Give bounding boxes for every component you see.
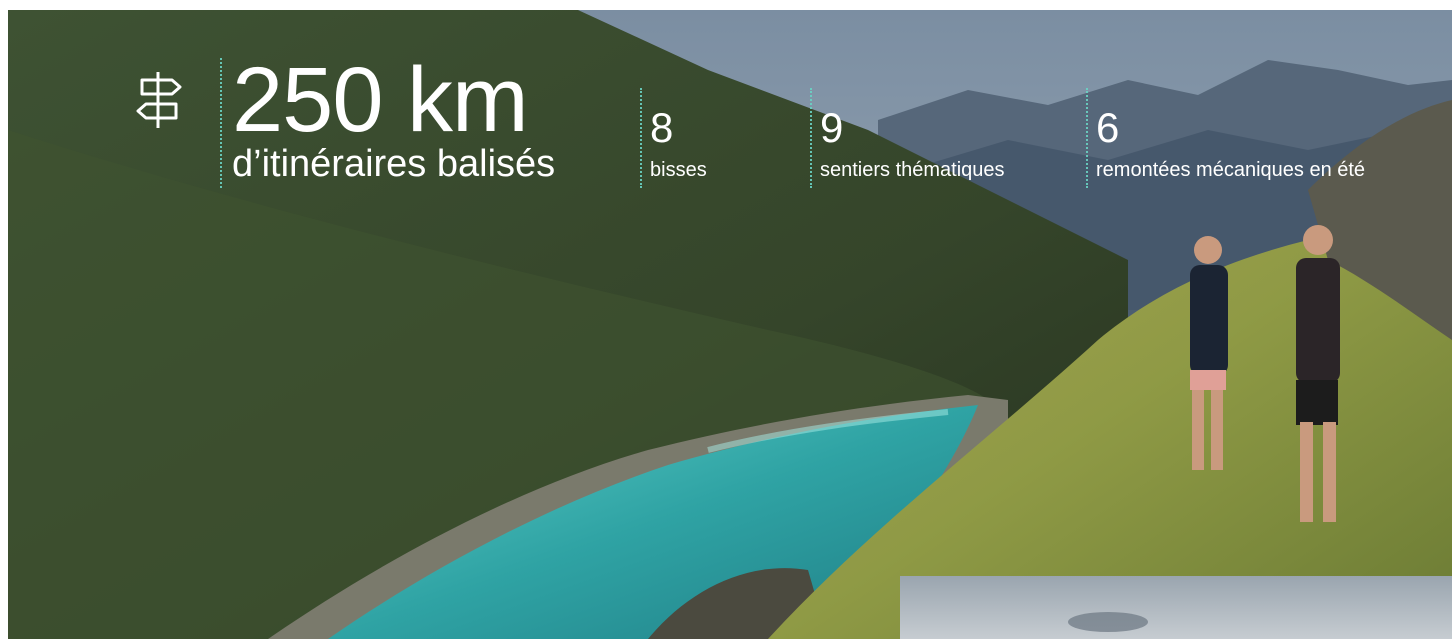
- divider: [1086, 88, 1088, 188]
- trail-distance-label: d’itinéraires balisés: [232, 143, 556, 185]
- divider: [220, 58, 222, 188]
- hero-photo: [8, 10, 1452, 639]
- stat-bisses-value: 8: [650, 104, 674, 151]
- stat-bisses-label: bisses: [650, 159, 707, 181]
- stat-lifts-value: 6: [1096, 104, 1120, 151]
- hero-banner: 250 km d’itinéraires balisés 8 bisses 9 …: [8, 10, 1452, 639]
- trail-distance-value: 250 km: [232, 49, 529, 151]
- divider: [810, 88, 812, 188]
- stat-themed-trails-label: sentiers thématiques: [820, 159, 1005, 181]
- stat-lifts-label: remontées mécaniques en été: [1096, 159, 1366, 181]
- signpost-icon: [136, 68, 184, 132]
- stat-themed-trails-value: 9: [820, 104, 844, 151]
- divider: [640, 88, 642, 188]
